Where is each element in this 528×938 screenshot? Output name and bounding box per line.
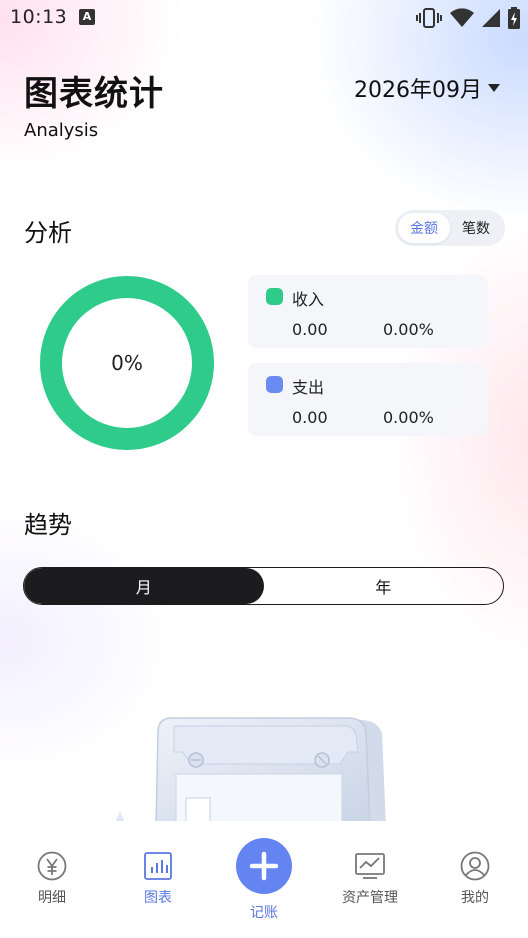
wifi-icon <box>450 8 474 27</box>
expense-amount: 0.00 <box>292 408 328 427</box>
notification-a-icon: A <box>79 9 95 25</box>
nav-label-charts: 图表 <box>144 890 172 906</box>
yen-circle-icon <box>37 851 67 881</box>
toggle-amount[interactable]: 金额 <box>398 213 450 243</box>
battery-icon <box>508 7 520 29</box>
line-chart-monitor-icon <box>355 853 385 879</box>
month-picker[interactable]: 2026年09月 <box>354 72 500 104</box>
status-time: 10:13 <box>10 6 68 28</box>
expense-color-dot <box>266 376 283 393</box>
nav-label-profile: 我的 <box>461 890 489 906</box>
add-record-label: 记账 <box>250 905 278 921</box>
period-year[interactable]: 年 <box>264 568 504 604</box>
month-picker-label: 2026年09月 <box>354 78 482 103</box>
page-title: 图表统计 <box>24 74 164 114</box>
toggle-count[interactable]: 笔数 <box>450 213 502 243</box>
income-color-dot <box>266 288 283 305</box>
period-toggle: 月 年 <box>23 567 504 605</box>
donut-center-label: 0% <box>111 351 143 375</box>
income-label: 收入 <box>292 290 325 309</box>
user-profile-icon <box>460 851 490 881</box>
nav-item-profile[interactable]: 我的 <box>430 821 520 921</box>
signal-icon <box>482 9 500 27</box>
nav-item-details[interactable]: 明细 <box>7 821 97 921</box>
status-icons <box>416 6 520 30</box>
analysis-title: 分析 <box>24 219 72 247</box>
nav-label-assets: 资产管理 <box>342 890 398 906</box>
amount-count-toggle: 金额 笔数 <box>395 210 505 246</box>
bottom-nav: 明细 图表 记账 资产管理 我的 <box>0 821 528 938</box>
vibrate-icon <box>416 8 442 28</box>
page-subtitle: Analysis <box>24 120 99 141</box>
nav-label-details: 明细 <box>38 890 66 906</box>
expense-percent: 0.00% <box>383 408 434 427</box>
expense-card: 支出 0.00 0.00% <box>248 363 488 436</box>
nav-item-charts[interactable]: 图表 <box>113 821 203 921</box>
period-month[interactable]: 月 <box>24 568 264 604</box>
income-amount: 0.00 <box>292 320 328 339</box>
trend-title: 趋势 <box>24 511 72 539</box>
nav-item-assets[interactable]: 资产管理 <box>325 821 415 921</box>
empty-state-illustration <box>114 717 386 825</box>
income-card: 收入 0.00 0.00% <box>248 275 488 348</box>
expense-label: 支出 <box>292 378 325 397</box>
status-bar: 10:13 A <box>0 0 528 36</box>
income-percent: 0.00% <box>383 320 434 339</box>
add-record-button[interactable] <box>236 838 292 894</box>
caret-down-icon <box>488 84 500 92</box>
bar-chart-icon <box>144 852 172 880</box>
plus-icon <box>249 851 279 881</box>
